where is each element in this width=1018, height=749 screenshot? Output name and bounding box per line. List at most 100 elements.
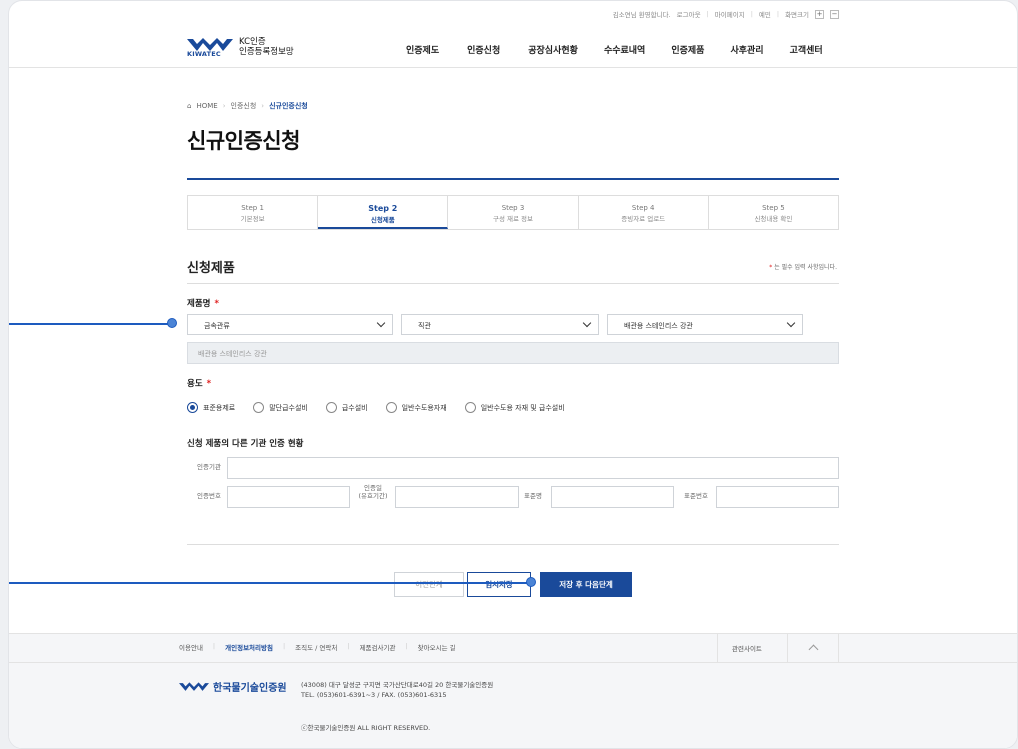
usage-radio-group: 표준용제료 말단급수설비 급수설비 일반수도용자재 일반수도용 자재 및 급수설… — [187, 402, 583, 413]
utility-bar: 김소연님 환영합니다. 로그아웃 | 마이페이지 | 예민 | 화면크기 + − — [613, 9, 839, 19]
page-title: 신규인증신청 — [187, 129, 300, 153]
divider: | — [776, 10, 780, 18]
breadcrumb-current: 신규인증신청 — [269, 102, 308, 110]
standard-name-input[interactable] — [551, 486, 674, 508]
nav-item-cert-apply[interactable]: 인증신청 — [467, 43, 500, 56]
logout-link[interactable]: 로그아웃 — [677, 9, 701, 19]
usage-label: 용도 * — [187, 377, 211, 389]
product-name-label: 제품명 * — [187, 297, 219, 309]
usage-radio-terminal[interactable]: 말단급수설비 — [253, 402, 308, 413]
footer-divider — [9, 662, 1017, 663]
zoom-in-button[interactable]: + — [815, 9, 824, 19]
footer-link-guide[interactable]: 이용안내 — [179, 642, 203, 652]
select-value: 금속관류 — [204, 322, 230, 330]
footer-copyright: ⓒ한국물기술인증원 ALL RIGHT RESERVED. — [301, 724, 431, 732]
prev-step-button[interactable]: 이전단계 — [394, 572, 464, 597]
radio-label: 일반수도용자재 — [401, 403, 447, 412]
standard-number-input[interactable] — [716, 486, 839, 508]
product-name-readonly-field: 배관용 스테인리스 강관 — [187, 342, 839, 364]
usage-radio-general-and-supply[interactable]: 일반수도용 자재 및 급수설비 — [464, 402, 565, 413]
nav-item-post-management[interactable]: 사후관리 — [730, 43, 763, 56]
footer-org-name: 한국물기술인증원 — [213, 683, 287, 694]
cert-number-label: 인증번호 — [197, 492, 221, 500]
step-1[interactable]: Step 1 기본정보 — [188, 196, 319, 229]
footer-logo: 한국물기술인증원 — [179, 679, 287, 694]
step-number: Step 4 — [631, 204, 655, 212]
footer-link-directions[interactable]: 찾아오시는 길 — [418, 642, 456, 652]
nav-item-factory-audit[interactable]: 공장심사현황 — [528, 43, 578, 56]
radio-label: 표준용제료 — [203, 403, 236, 412]
step-label: 구성 재료 정보 — [493, 215, 534, 223]
step-2[interactable]: Step 2 신청제품 — [318, 196, 449, 229]
product-item-select[interactable]: 배관용 스테인리스 강관 — [607, 314, 803, 335]
zoom-label: 화면크기 — [785, 11, 809, 19]
radio-circle-icon — [464, 402, 476, 413]
standard-name-label: 표준명 — [524, 492, 542, 500]
site-footer: 이용안내 | 개인정보처리방침 | 조직도 / 연락처 | 제품검사기관 | 찾… — [9, 633, 1017, 748]
mypage-link[interactable]: 마이페이지 — [715, 9, 745, 19]
usage-radio-standard[interactable]: 표준용제료 — [187, 402, 235, 413]
site-logo[interactable]: KIWATEC KC인증 인증등록정보망 — [187, 35, 294, 59]
logo-line2: 인증등록정보망 — [239, 47, 294, 57]
product-name-label-text: 제품명 — [187, 299, 211, 309]
language-link[interactable]: 예민 — [759, 9, 771, 19]
cert-agency-input[interactable] — [227, 457, 839, 479]
home-icon[interactable]: ⌂ — [187, 102, 191, 110]
radio-circle-icon — [385, 402, 397, 413]
callout-line — [9, 582, 529, 584]
save-next-button[interactable]: 저장 후 다음단계 — [540, 572, 632, 597]
cert-number-input[interactable] — [227, 486, 350, 508]
nav-item-fees[interactable]: 수수료내역 — [604, 43, 645, 56]
cert-agency-label: 인증기관 — [197, 463, 221, 471]
radio-circle-icon — [253, 402, 265, 413]
temp-save-button[interactable]: 임시저장 — [467, 572, 531, 597]
nav-item-certified-products[interactable]: 인증제품 — [671, 43, 704, 56]
cert-period-label-line1: 인증일 — [364, 484, 382, 492]
step-number: Step 5 — [762, 204, 785, 212]
cert-period-label: 인증일 (유효기간) — [352, 484, 394, 500]
breadcrumb-home[interactable]: HOME — [196, 102, 217, 110]
breadcrumb: ⌂ HOME › 인증신청 › 신규인증신청 — [187, 101, 308, 111]
nav-item-cert-system[interactable]: 인증제도 — [406, 43, 439, 56]
footer-link-organization[interactable]: 조직도 / 연락처 — [295, 642, 337, 652]
footer-nav: 이용안내 | 개인정보처리방침 | 조직도 / 연락처 | 제품검사기관 | 찾… — [179, 642, 456, 652]
radio-label: 일반수도용 자재 및 급수설비 — [480, 403, 565, 412]
callout-dot — [167, 318, 177, 328]
main-nav: 인증제도 인증신청 공장심사현황 수수료내역 인증제품 사후관리 고객센터 — [406, 43, 823, 56]
required-star: * — [769, 264, 773, 271]
breadcrumb-level1[interactable]: 인증신청 — [231, 101, 257, 111]
step-5[interactable]: Step 5 신청내용 확인 — [709, 196, 838, 229]
other-cert-title: 신청 제품의 다른 기관 인증 현황 — [187, 439, 304, 449]
title-divider — [187, 178, 839, 180]
section-title: 신청제품 — [187, 261, 235, 276]
footer-link-inspection[interactable]: 제품검사기관 — [360, 642, 396, 652]
scroll-top-button[interactable] — [787, 634, 839, 662]
breadcrumb-separator: › — [261, 102, 265, 110]
cert-period-input[interactable] — [395, 486, 519, 508]
radio-circle-icon — [187, 402, 198, 413]
chevron-down-icon — [582, 318, 592, 328]
product-type-select[interactable]: 직관 — [401, 314, 599, 335]
product-category-select[interactable]: 금속관류 — [187, 314, 393, 335]
step-3[interactable]: Step 3 구성 재료 정보 — [448, 196, 579, 229]
nav-item-customer-center[interactable]: 고객센터 — [790, 43, 823, 56]
step-label: 증빙자료 업로드 — [621, 215, 666, 223]
step-indicator: Step 1 기본정보 Step 2 신청제품 Step 3 구성 재료 정보 … — [187, 195, 839, 230]
usage-radio-supply[interactable]: 급수설비 — [325, 402, 368, 413]
form-bottom-divider — [187, 544, 839, 545]
divider: | — [212, 642, 216, 650]
standard-number-label: 표준번호 — [684, 492, 708, 500]
related-sites-dropdown[interactable]: 관련사이트 — [717, 634, 787, 662]
footer-link-privacy[interactable]: 개인정보처리방침 — [225, 642, 273, 652]
cert-period-label-line2: (유효기간) — [358, 492, 388, 500]
usage-label-text: 용도 — [187, 379, 203, 389]
step-number: Step 2 — [368, 204, 398, 213]
required-star: * — [214, 299, 219, 309]
zoom-out-button[interactable]: − — [830, 9, 839, 19]
step-label: 신청내용 확인 — [754, 215, 793, 223]
step-4[interactable]: Step 4 증빙자료 업로드 — [579, 196, 709, 229]
browser-page: 김소연님 환영합니다. 로그아웃 | 마이페이지 | 예민 | 화면크기 + −… — [8, 0, 1018, 749]
usage-radio-general-material[interactable]: 일반수도용자재 — [385, 402, 447, 413]
step-label: 기본정보 — [240, 215, 265, 223]
footer-address: (43008) 대구 달성군 구지면 국가산단대로40길 20 한국물기술인증원 — [301, 681, 494, 689]
